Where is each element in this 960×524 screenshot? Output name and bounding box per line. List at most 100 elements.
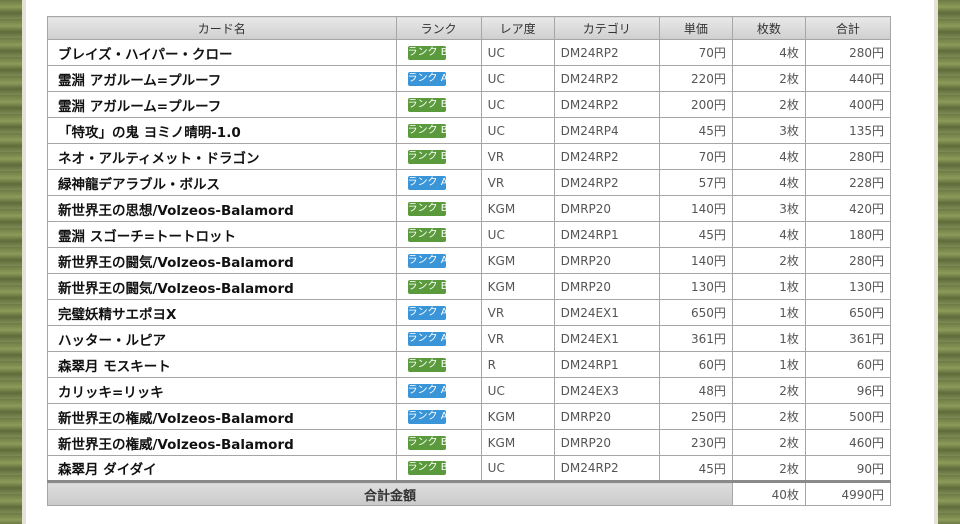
count-cell: 4枚 bbox=[731, 221, 806, 248]
line-total-cell: 280円 bbox=[804, 143, 892, 170]
rank-cell: ランク B bbox=[395, 91, 482, 118]
header-category: カテゴリ bbox=[553, 16, 660, 40]
unit-price-cell: 45円 bbox=[658, 455, 733, 482]
count-cell: 3枚 bbox=[731, 117, 806, 144]
rank-badge: ランク A bbox=[407, 253, 448, 268]
unit-price-cell: 140円 bbox=[658, 247, 733, 274]
rarity-cell: KGM bbox=[480, 403, 555, 430]
rank-cell: ランク A bbox=[395, 299, 482, 326]
rank-cell: ランク B bbox=[395, 221, 482, 248]
count-cell: 1枚 bbox=[731, 273, 806, 300]
card-name-cell: 「特攻」の鬼 ヨミノ晴明-1.0 bbox=[47, 117, 397, 144]
card-name-cell: カリッキ=リッキ bbox=[47, 377, 397, 404]
category-cell: DMRP20 bbox=[553, 195, 660, 222]
line-total-cell: 90円 bbox=[804, 455, 892, 482]
rarity-cell: KGM bbox=[480, 429, 555, 456]
rank-badge: ランク B bbox=[407, 149, 448, 164]
rank-cell: ランク B bbox=[395, 195, 482, 222]
category-cell: DM24RP1 bbox=[553, 351, 660, 378]
rank-badge: ランク B bbox=[407, 123, 448, 138]
unit-price-cell: 60円 bbox=[658, 351, 733, 378]
unit-price-cell: 57円 bbox=[658, 169, 733, 196]
card-name-cell: 新世界王の権威/Volzeos-Balamord bbox=[47, 403, 397, 430]
unit-price-cell: 220円 bbox=[658, 65, 733, 92]
table-row: 森翠月 ダイダイ ランク B UC DM24RP2 45円 2枚 90円 bbox=[47, 455, 892, 482]
card-name-cell: ブレイズ・ハイパー・クロー bbox=[47, 39, 397, 66]
category-cell: DMRP20 bbox=[553, 403, 660, 430]
card-name-cell: 新世界王の思想/Volzeos-Balamord bbox=[47, 195, 397, 222]
unit-price-cell: 48円 bbox=[658, 377, 733, 404]
count-cell: 1枚 bbox=[731, 325, 806, 352]
line-total-cell: 400円 bbox=[804, 91, 892, 118]
rarity-cell: VR bbox=[480, 299, 555, 326]
unit-price-cell: 45円 bbox=[658, 117, 733, 144]
card-name-cell: 森翠月 モスキート bbox=[47, 351, 397, 378]
rank-badge: ランク A bbox=[407, 305, 448, 320]
line-total-cell: 280円 bbox=[804, 39, 892, 66]
line-total-cell: 500円 bbox=[804, 403, 892, 430]
card-name-cell: 霊淵 アガルーム=プルーフ bbox=[47, 91, 397, 118]
table-row: 霊淵 スゴーチ=トートロット ランク B UC DM24RP1 45円 4枚 180円 bbox=[47, 221, 892, 248]
rank-badge: ランク B bbox=[407, 435, 448, 450]
category-cell: DM24RP4 bbox=[553, 117, 660, 144]
table-row: 新世界王の闘気/Volzeos-Balamord ランク B KGM DMRP20 13… bbox=[47, 273, 892, 300]
summary-row: 合計金額 40枚 4990円 bbox=[47, 480, 892, 506]
line-total-cell: 460円 bbox=[804, 429, 892, 456]
rank-badge: ランク B bbox=[407, 227, 448, 242]
background-grass-right bbox=[936, 0, 960, 524]
table-row: ハッター・ルピア ランク A VR DM24EX1 361円 1枚 361円 bbox=[47, 325, 892, 352]
card-name-cell: 新世界王の闘気/Volzeos-Balamord bbox=[47, 247, 397, 274]
rank-cell: ランク B bbox=[395, 455, 482, 482]
rarity-cell: VR bbox=[480, 169, 555, 196]
line-total-cell: 440円 bbox=[804, 65, 892, 92]
rarity-cell: KGM bbox=[480, 247, 555, 274]
line-total-cell: 420円 bbox=[804, 195, 892, 222]
rank-badge: ランク A bbox=[407, 331, 448, 346]
category-cell: DM24EX1 bbox=[553, 325, 660, 352]
card-name-cell: 新世界王の闘気/Volzeos-Balamord bbox=[47, 273, 397, 300]
rank-badge: ランク A bbox=[407, 409, 448, 424]
rarity-cell: UC bbox=[480, 221, 555, 248]
card-name-cell: ネオ・アルティメット・ドラゴン bbox=[47, 143, 397, 170]
rank-badge: ランク A bbox=[407, 383, 448, 398]
card-name-cell: 新世界王の権威/Volzeos-Balamord bbox=[47, 429, 397, 456]
unit-price-cell: 140円 bbox=[658, 195, 733, 222]
category-cell: DM24RP2 bbox=[553, 169, 660, 196]
count-cell: 2枚 bbox=[731, 91, 806, 118]
rank-cell: ランク A bbox=[395, 377, 482, 404]
line-total-cell: 180円 bbox=[804, 221, 892, 248]
rarity-cell: KGM bbox=[480, 273, 555, 300]
rank-badge: ランク B bbox=[407, 201, 448, 216]
header-rarity: レア度 bbox=[480, 16, 555, 40]
rank-badge: ランク B bbox=[407, 279, 448, 294]
card-name-cell: 霊淵 スゴーチ=トートロット bbox=[47, 221, 397, 248]
table-row: 霊淵 アガルーム=プルーフ ランク B UC DM24RP2 200円 2枚 400円 bbox=[47, 91, 892, 118]
count-cell: 2枚 bbox=[731, 65, 806, 92]
line-total-cell: 361円 bbox=[804, 325, 892, 352]
rank-cell: ランク B bbox=[395, 143, 482, 170]
category-cell: DM24RP2 bbox=[553, 91, 660, 118]
table-row: 完璧妖精サエポヨX ランク A VR DM24EX1 650円 1枚 650円 bbox=[47, 299, 892, 326]
line-total-cell: 130円 bbox=[804, 273, 892, 300]
rarity-cell: VR bbox=[480, 325, 555, 352]
line-total-cell: 228円 bbox=[804, 169, 892, 196]
card-name-cell: 緑神龍デアラブル・ボルス bbox=[47, 169, 397, 196]
unit-price-cell: 130円 bbox=[658, 273, 733, 300]
table-row: 新世界王の権威/Volzeos-Balamord ランク B KGM DMRP20 23… bbox=[47, 429, 892, 456]
rank-badge: ランク A bbox=[407, 175, 448, 190]
background-grass-left bbox=[0, 0, 24, 524]
summary-count: 40枚 bbox=[731, 480, 806, 506]
rarity-cell: UC bbox=[480, 65, 555, 92]
rarity-cell: UC bbox=[480, 117, 555, 144]
card-name-cell: ハッター・ルピア bbox=[47, 325, 397, 352]
rank-badge: ランク B bbox=[407, 357, 448, 372]
category-cell: DMRP20 bbox=[553, 247, 660, 274]
unit-price-cell: 250円 bbox=[658, 403, 733, 430]
rank-cell: ランク B bbox=[395, 39, 482, 66]
header-count: 枚数 bbox=[731, 16, 806, 40]
count-cell: 4枚 bbox=[731, 39, 806, 66]
line-total-cell: 650円 bbox=[804, 299, 892, 326]
unit-price-cell: 70円 bbox=[658, 39, 733, 66]
rank-cell: ランク A bbox=[395, 169, 482, 196]
rarity-cell: UC bbox=[480, 91, 555, 118]
